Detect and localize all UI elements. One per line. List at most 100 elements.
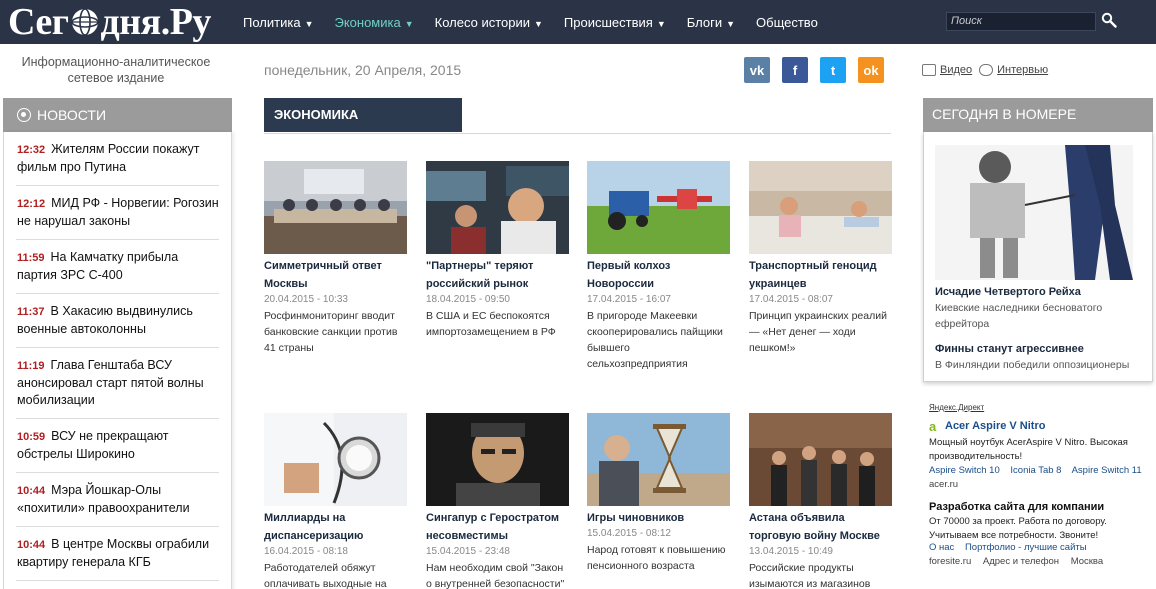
article-date: 16.04.2015 - 08:18 [264,546,348,557]
ad-title[interactable]: Разработка сайта для компании [929,501,1104,513]
article-card[interactable]: Миллиарды на диспансеризацию 16.04.2015 … [264,413,409,589]
news-item[interactable]: 11:19 Глава Генштаба ВСУ анонсировал стар… [16,348,219,419]
nav-item-economy[interactable]: Экономика ▼ [334,15,413,30]
nav-item-blogs[interactable]: Блоги ▼ [687,15,735,30]
ad-link[interactable]: Aspire Switch 11 [1072,465,1142,476]
news-time: 11:19 [17,360,45,372]
ad-links: Aspire Switch 10 Iconia Tab 8 Aspire Swi… [929,465,1150,476]
article-description: Росфинмониторинг вводит банковские санкц… [264,310,398,354]
article-title: Симметричный ответ Москвы [264,260,382,290]
hourglass-photo [587,413,730,506]
news-item[interactable]: 11:59 На Камчатку прибыла партия ЗРС С-40… [16,240,219,294]
media-links: Видео Интервью [922,64,1051,76]
facebook-icon: f [792,62,798,78]
caricature-illustration[interactable] [935,145,1133,280]
news-time: 10:44 [17,539,46,551]
ad-text: От 70000 за проект. Работа по договору. … [929,516,1107,541]
video-link[interactable]: Видео [940,64,972,76]
news-item[interactable]: 10:44 В центре Москвы ограбили квартиру г… [16,527,219,581]
ad-domain[interactable]: acer.ru [929,479,958,490]
news-time: 12:32 [17,144,46,156]
ad-link[interactable]: Aspire Switch 10 [929,465,1000,476]
today-article-title[interactable]: Финны станут агрессивнее [935,343,1084,355]
article-card[interactable]: "Партнеры" теряют российский рынок 18.04… [426,161,571,340]
ad-link[interactable]: О нас [929,542,954,553]
ad-link[interactable]: Портфолио - лучшие сайты [965,542,1087,553]
article-title: Игры чиновников [587,512,685,524]
portrait-photo [426,413,569,506]
article-date: 15.04.2015 - 08:12 [587,528,671,539]
ad-title[interactable]: a Acer Aspire V Nitro [929,420,1045,432]
article-date: 15.04.2015 - 23:48 [426,546,510,557]
logo-text-part-2: дня.Ру [100,1,212,43]
news-item[interactable]: 10:59 ВСУ не прекращают обстрелы Широкино [16,419,219,473]
ad-domain-link[interactable]: foresite.ru [929,556,971,567]
press-photo [749,413,892,506]
news-time: 11:59 [17,252,45,264]
article-card[interactable]: Первый колхоз Новороссии 17.04.2015 - 16… [587,161,732,372]
odnoklassniki-share-button[interactable]: ok [858,57,884,83]
logo-text-part-1: Сег [8,1,69,43]
article-description: В США и ЕС беспокоятся импортозамещением… [426,310,556,338]
twitter-icon: t [830,62,836,78]
news-time: 10:59 [17,431,46,443]
nav-item-society[interactable]: Общество [756,15,818,30]
article-card[interactable]: Сингапур с Геростратом несовместимы 15.0… [426,413,571,589]
article-card[interactable]: Симметричный ответ Москвы 20.04.2015 - 1… [264,161,409,356]
nav-item-history[interactable]: Колесо истории ▼ [435,15,543,30]
article-card[interactable]: Игры чиновников 15.04.2015 - 08:12 Народ… [587,413,732,574]
today-article-title[interactable]: Исчадие Четвертого Рейха [935,286,1081,298]
news-item[interactable]: 12:32 Жителям России покажут фильм про Пу… [16,132,219,186]
search-icon[interactable] [1101,12,1117,28]
article-date: 13.04.2015 - 10:49 [749,546,833,557]
chevron-down-icon: ▼ [404,18,414,29]
svg-text:a: a [929,420,937,432]
chevron-down-icon: ▼ [304,18,314,29]
site-logo[interactable]: Сег дня.Ру [8,0,211,44]
article-title: Транспортный геноцид украинцев [749,260,877,290]
today-section-header: СЕГОДНЯ В НОМЕРЕ [923,98,1153,132]
nav-item-incidents[interactable]: Происшествия ▼ [564,15,666,30]
article-date: 17.04.2015 - 16:07 [587,294,671,305]
news-feed: 12:32 Жителям России покажут фильм про Пу… [3,132,232,589]
article-title: Астана объявила торговую войну Москве [749,512,880,542]
today-article-description: Киевские наследники бесноватого ефрейтор… [935,302,1103,330]
news-item[interactable]: 10:44 Мэра Йошкар-Олы «похитили» правоохр… [16,473,219,527]
ad-link[interactable]: Iconia Tab 8 [1010,465,1061,476]
article-description: Народ готовят к повышению пенсионного во… [587,544,726,572]
nav-item-politics[interactable]: Политика ▼ [243,15,313,30]
article-date: 18.04.2015 - 09:50 [426,294,510,305]
ad-address-link[interactable]: Адрес и телефон [983,556,1059,567]
article-title: "Партнеры" теряют российский рынок [426,260,534,290]
article-title: Миллиарды на диспансеризацию [264,512,364,542]
article-title: Первый колхоз Новороссии [587,260,671,290]
news-time: 12:12 [17,198,46,210]
article-description: В пригороде Макеевки скооперировались па… [587,310,723,370]
ad-city: Москва [1070,556,1104,567]
news-item[interactable]: 12:12 МИД РФ - Норвегии: Рогозин не наруш… [16,186,219,240]
current-date: понедельник, 20 Апреля, 2015 [264,62,462,78]
vk-icon: vk [749,62,765,78]
article-card[interactable]: Астана объявила торговую войну Москве 13… [749,413,894,589]
facebook-share-button[interactable]: f [782,57,808,83]
vk-share-button[interactable]: vk [744,57,770,83]
article-card[interactable]: Транспортный геноцид украинцев 17.04.201… [749,161,894,356]
news-headline: МИД РФ - Норвегии: Рогозин не нарушал за… [17,196,219,228]
news-time: 10:44 [17,485,46,497]
main-nav: Политика ▼ Экономика ▼ Колесо истории ▼ Про… [243,0,839,44]
doctor-photo [264,413,407,506]
train-photo [749,161,892,254]
news-item[interactable]: 11:37 В Хакасию выдвинулись военные авток… [16,294,219,348]
today-article-description: В Финляндии победили оппозиционеры [935,359,1130,371]
news-header-label: НОВОСТИ [37,107,107,123]
article-description: Работодателей обяжут оплачивать выходные… [264,562,387,589]
twitter-share-button[interactable]: t [820,57,846,83]
meeting-photo [264,161,407,254]
interview-link[interactable]: Интервью [997,64,1048,76]
news-section-header: НОВОСТИ [3,98,232,132]
video-icon [922,64,936,76]
search-input[interactable]: Поиск [946,12,1096,31]
yandex-direct-label[interactable]: Яндекс.Директ [929,403,984,412]
ad-links: О нас Портфолио - лучшие сайты [929,542,1095,553]
acer-logo-icon: a [929,420,937,432]
